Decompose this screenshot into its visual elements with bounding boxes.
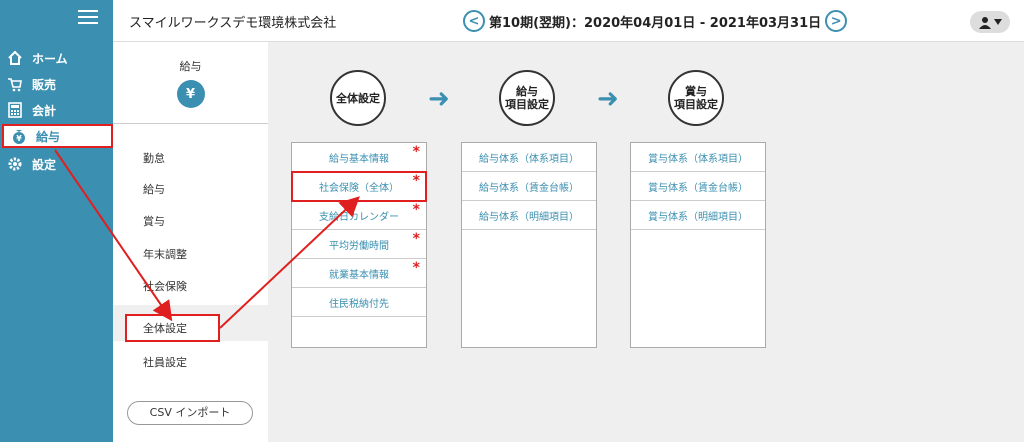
list-item-payday-calendar[interactable]: 支給日カレンダー * bbox=[292, 201, 426, 230]
list-item-label: 支給日カレンダー bbox=[319, 211, 399, 223]
cart-icon bbox=[6, 75, 24, 93]
money-bag-icon: ¥ bbox=[176, 80, 205, 108]
payroll-submenu: 給与 ¥ 勤怠 給与 賞与 年末調整 社会保険 全体設定 社員設定 CSV イン… bbox=[113, 42, 268, 442]
general-settings-list: 給与基本情報 * 社会保険（全体） * 支給日カレンダー * 平均労働時間 * 就業基本… bbox=[291, 142, 427, 348]
sidebar-item-label: 会計 bbox=[32, 103, 57, 118]
submenu-item-social-insurance[interactable]: 社会保険 bbox=[143, 278, 187, 294]
submenu-header: 給与 ¥ bbox=[113, 42, 268, 124]
list-item-label: 賞与体系（賃金台帳） bbox=[648, 182, 748, 194]
list-item-salary-ledger[interactable]: 給与体系（賃金台帳） bbox=[462, 172, 596, 201]
list-item-label: 給与体系（明細項目） bbox=[479, 211, 579, 223]
list-item-label: 住民税納付先 bbox=[329, 298, 389, 310]
list-item-salary-basic[interactable]: 給与基本情報 * bbox=[292, 143, 426, 172]
sidebar-item-payroll[interactable]: ¥ 給与 bbox=[2, 124, 113, 148]
list-item-label: 平均労働時間 bbox=[329, 240, 389, 252]
list-item-label: 社会保険（全体） bbox=[319, 182, 399, 194]
gear-icon bbox=[6, 155, 24, 173]
caret-down-icon bbox=[993, 19, 1002, 25]
next-period-button[interactable]: > bbox=[825, 10, 848, 32]
step-label: 全体設定 bbox=[336, 91, 380, 105]
salary-items-list: 給与体系（体系項目） 給与体系（賃金台帳） 給与体系（明細項目） bbox=[461, 142, 597, 348]
required-mark: * bbox=[412, 144, 420, 160]
user-menu-button[interactable] bbox=[970, 11, 1010, 33]
required-mark: * bbox=[412, 231, 420, 247]
sidebar-item-label: 設定 bbox=[32, 157, 57, 172]
step-general-settings[interactable]: 全体設定 bbox=[330, 70, 386, 126]
list-item-bonus-ledger[interactable]: 賞与体系（賃金台帳） bbox=[631, 172, 765, 201]
top-header: スマイルワークスデモ環境株式会社 < 第10期(翌期)：2020年04月01日 … bbox=[113, 0, 1024, 42]
sidebar-item-label: 販売 bbox=[32, 77, 57, 92]
list-item-social-insurance[interactable]: 社会保険（全体） * bbox=[291, 171, 427, 202]
list-item-salary-statement[interactable]: 給与体系（明細項目） bbox=[462, 201, 596, 230]
submenu-item-general-settings[interactable]: 全体設定 bbox=[125, 314, 220, 342]
sidebar-item-sales[interactable]: 販売 bbox=[0, 72, 113, 96]
required-mark: * bbox=[412, 260, 420, 276]
sidebar-item-label: ホーム bbox=[32, 51, 68, 66]
step-bonus-items[interactable]: 賞与 項目設定 bbox=[668, 70, 724, 126]
step-label: 給与 項目設定 bbox=[505, 85, 549, 111]
step-salary-items[interactable]: 給与 項目設定 bbox=[499, 70, 555, 126]
bonus-items-list: 賞与体系（体系項目） 賞与体系（賃金台帳） 賞与体系（明細項目） bbox=[630, 142, 766, 348]
svg-text:¥: ¥ bbox=[16, 134, 22, 143]
required-mark: * bbox=[412, 173, 420, 189]
list-item-label: 給与体系（体系項目） bbox=[479, 153, 579, 165]
list-item-label: 給与基本情報 bbox=[329, 153, 389, 165]
user-icon bbox=[978, 16, 991, 29]
list-item-label: 就業基本情報 bbox=[329, 269, 389, 281]
sidebar-item-label: 給与 bbox=[36, 129, 61, 144]
list-item-resident-tax[interactable]: 住民税納付先 bbox=[292, 288, 426, 317]
calculator-icon bbox=[6, 101, 24, 119]
home-icon bbox=[6, 49, 24, 67]
csv-import-button[interactable]: CSV インポート bbox=[127, 401, 253, 425]
sidebar-item-accounting[interactable]: 会計 bbox=[0, 98, 113, 122]
list-item-salary-structure[interactable]: 給与体系（体系項目） bbox=[462, 143, 596, 172]
list-item-label: 賞与体系（体系項目） bbox=[648, 153, 748, 165]
submenu-item-employee-settings[interactable]: 社員設定 bbox=[143, 354, 187, 370]
list-item-average-hours[interactable]: 平均労働時間 * bbox=[292, 230, 426, 259]
sidebar: ホーム 販売 会計 ¥ 給与 設定 bbox=[0, 0, 113, 442]
required-mark: * bbox=[412, 202, 420, 218]
company-name: スマイルワークスデモ環境株式会社 bbox=[129, 16, 337, 31]
list-item-label: 賞与体系（明細項目） bbox=[648, 211, 748, 223]
list-item-work-basic[interactable]: 就業基本情報 * bbox=[292, 259, 426, 288]
period-selector: < 第10期(翌期)：2020年04月01日 - 2021年03月31日 > bbox=[463, 10, 848, 32]
submenu-item-attendance[interactable]: 勤怠 bbox=[143, 150, 165, 166]
list-item-bonus-statement[interactable]: 賞与体系（明細項目） bbox=[631, 201, 765, 230]
list-item-bonus-structure[interactable]: 賞与体系（体系項目） bbox=[631, 143, 765, 172]
sidebar-item-home[interactable]: ホーム bbox=[0, 46, 113, 70]
prev-period-button[interactable]: < bbox=[463, 10, 485, 32]
sidebar-item-settings[interactable]: 設定 bbox=[0, 152, 113, 176]
submenu-item-bonus[interactable]: 賞与 bbox=[143, 213, 165, 229]
submenu-item-salary[interactable]: 給与 bbox=[143, 181, 165, 197]
submenu-item-year-end[interactable]: 年末調整 bbox=[143, 246, 187, 262]
menu-toggle-icon[interactable] bbox=[78, 10, 98, 26]
money-bag-icon: ¥ bbox=[10, 127, 28, 145]
submenu-title: 給与 bbox=[179, 60, 202, 73]
step-label: 賞与 項目設定 bbox=[674, 85, 718, 111]
arrow-right-icon: ➜ bbox=[428, 84, 450, 114]
arrow-right-icon: ➜ bbox=[597, 84, 619, 114]
period-label: 第10期(翌期)：2020年04月01日 - 2021年03月31日 bbox=[489, 15, 822, 31]
list-item-label: 給与体系（賃金台帳） bbox=[479, 182, 579, 194]
